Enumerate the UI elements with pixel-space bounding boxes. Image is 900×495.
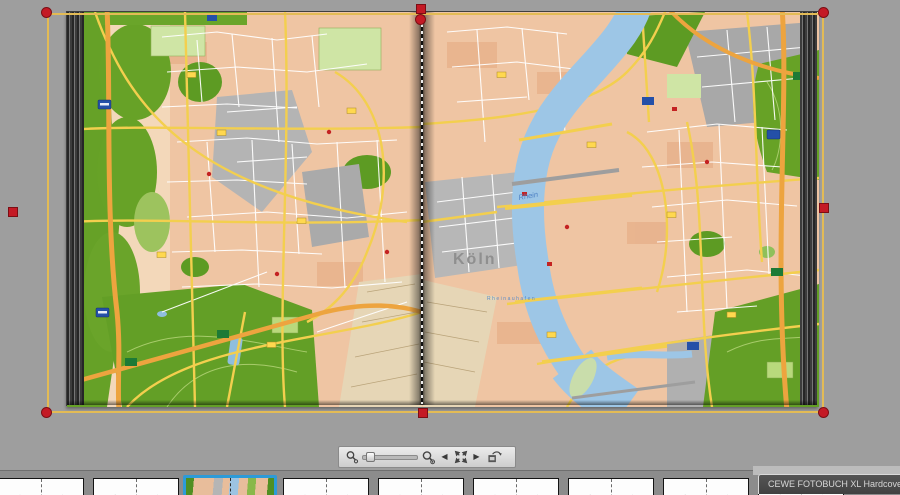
filmstrip-spread[interactable] (378, 478, 464, 495)
filmstrip-spread[interactable] (663, 478, 749, 495)
selection-handle-bottom-right[interactable] (818, 407, 829, 418)
thumb-page-left (94, 479, 136, 495)
book-preview-icon (488, 451, 502, 463)
thumb-page-right (515, 479, 558, 495)
selection-handle-right-center[interactable] (819, 203, 829, 213)
zoom-toolbar: ◀ ▶ (338, 446, 516, 468)
thumb-page-right (420, 479, 463, 495)
fit-to-window-icon (454, 450, 467, 464)
filmstrip-spread[interactable] (568, 478, 654, 495)
filmstrip-spread[interactable] (473, 478, 559, 495)
previous-page-button[interactable]: ◀ (439, 448, 450, 466)
product-status-label: CEWE FOTOBUCH XL Hardcover (26 S.) (758, 474, 900, 494)
book-spine-fold-line (421, 13, 423, 404)
thumb-page-left (569, 479, 611, 495)
selection-handle-bottom-center[interactable] (418, 408, 428, 418)
zoom-out-button[interactable] (344, 448, 359, 466)
selection-handle-top-center[interactable] (416, 4, 426, 14)
selection-rotate-handle[interactable] (415, 14, 426, 25)
thumb-page-right (610, 479, 653, 495)
thumb-page-left (284, 479, 326, 495)
book-spread[interactable]: Köln Rhein Rheinauhafen (66, 11, 819, 407)
map-label-city: Köln (453, 251, 497, 268)
thumb-page-left (0, 479, 41, 495)
fit-to-window-button[interactable] (453, 448, 468, 466)
thumb-page-right (40, 479, 83, 495)
map-spread-image[interactable]: Köln Rhein Rheinauhafen (67, 12, 819, 407)
zoom-in-button[interactable] (421, 448, 436, 466)
thumb-page-right (135, 479, 178, 495)
filmstrip-spread-selected[interactable] (183, 475, 277, 495)
selection-handle-top-right[interactable] (818, 7, 829, 18)
filmstrip-spread[interactable] (283, 478, 369, 495)
selection-handle-top-left[interactable] (41, 7, 52, 18)
magnifier-plus-icon (422, 450, 436, 464)
map-label-harbor: Rheinauhafen (487, 296, 536, 302)
thumb-map-preview (186, 478, 274, 495)
preview-mode-button[interactable] (487, 448, 502, 466)
zoom-slider-handle[interactable] (366, 452, 375, 462)
photobook-editor: { "map": { "city_label": "Köln", "river_… (0, 0, 900, 495)
filmstrip-spread[interactable] (93, 478, 179, 495)
thumb-page-right (325, 479, 368, 495)
magnifier-small-icon (346, 451, 358, 464)
selection-handle-left-center[interactable] (8, 207, 18, 217)
page-stack-edge-left (67, 12, 84, 405)
thumb-page-left (474, 479, 516, 495)
book-bottom-shadow (67, 400, 817, 405)
thumb-page-left (379, 479, 421, 495)
page-stack-edge-right (800, 12, 817, 405)
zoom-slider[interactable] (362, 450, 418, 464)
thumb-page-right (705, 479, 748, 495)
filmstrip-spread[interactable] (0, 478, 84, 495)
thumb-page-left (664, 479, 706, 495)
next-page-button[interactable]: ▶ (471, 448, 482, 466)
selection-handle-bottom-left[interactable] (41, 407, 52, 418)
